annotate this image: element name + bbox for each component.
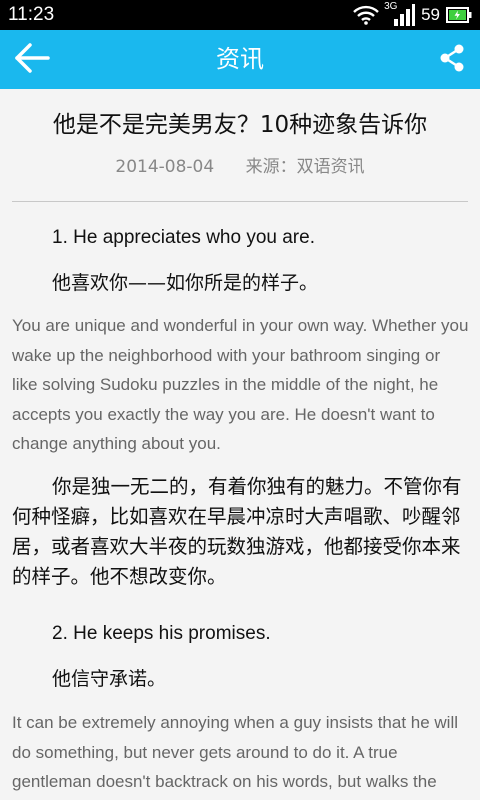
article-content[interactable]: 他是不是完美男友？10种迹象告诉你 2014-08-04 来源：双语资讯 1. … — [0, 89, 480, 800]
status-icons: 3G 59 — [353, 1, 472, 27]
status-bar: 11:23 3G 59 — [0, 0, 480, 30]
signal-icon: 3G — [384, 1, 416, 26]
arrow-left-icon — [14, 43, 50, 77]
article-source: 来源：双语资讯 — [245, 157, 365, 177]
section-paragraph-en: It can be extremely annoying when a guy … — [12, 713, 459, 791]
back-button[interactable] — [10, 40, 54, 80]
section-paragraph-en: You are unique and wonderful in your own… — [12, 316, 469, 453]
article-meta: 2014-08-04 来源：双语资讯 — [0, 155, 480, 179]
section-paragraph-cn: 你是独一无二的，有着你独有的魅力。不管你有何种怪癖，比如喜欢在早晨冲凉时大声唱歌… — [12, 475, 462, 588]
battery-icon — [446, 7, 472, 23]
wifi-icon — [353, 5, 379, 25]
share-icon — [439, 44, 465, 76]
section-heading-cn: 他喜欢你——如你所是的样子。 — [52, 272, 319, 294]
status-time: 11:23 — [8, 4, 55, 25]
article-date: 2014-08-04 — [115, 157, 215, 177]
section-heading-en: 2. He keeps his promises. — [52, 623, 271, 644]
divider — [12, 201, 468, 202]
battery-level: 59 — [421, 5, 440, 24]
app-header: 资讯 — [0, 30, 480, 89]
network-label: 3G — [384, 1, 398, 12]
header-title: 资讯 — [216, 45, 264, 73]
section-heading-en: 1. He appreciates who you are. — [52, 227, 315, 248]
section-heading-cn: 他信守承诺。 — [52, 668, 167, 690]
share-button[interactable] — [434, 42, 470, 78]
article-title: 他是不是完美男友？10种迹象告诉你 — [52, 112, 428, 138]
